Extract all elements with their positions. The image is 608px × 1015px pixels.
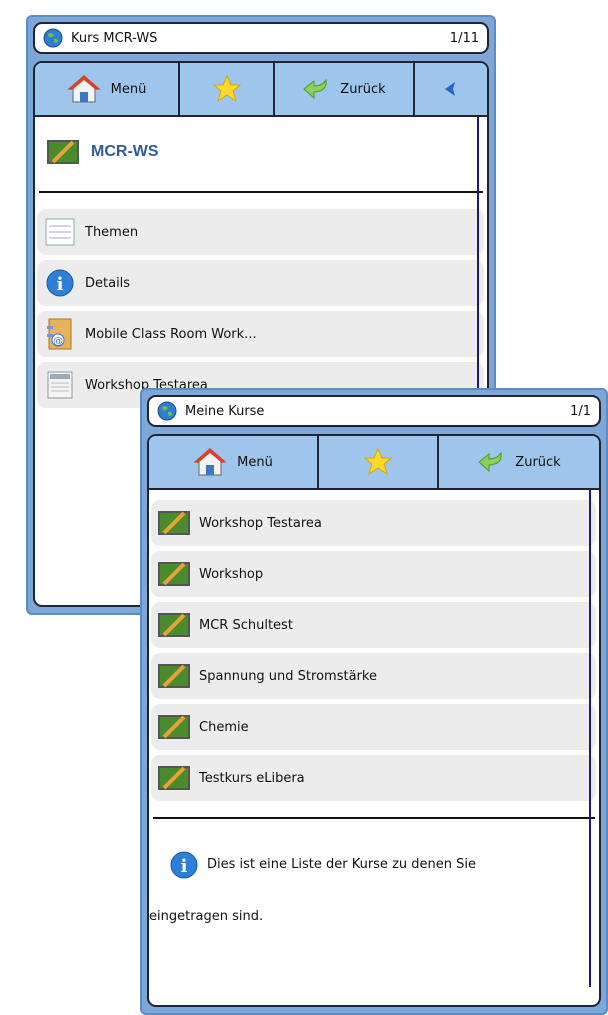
- item-label: Mobile Class Room Work...: [85, 326, 257, 342]
- star-icon: [363, 447, 393, 476]
- course-title: MCR-WS: [91, 143, 159, 160]
- page-counter: 1/1: [570, 403, 591, 419]
- screen: Menü Zurück Workshop Testarea Workshop M…: [147, 434, 601, 1007]
- svg-text:i: i: [57, 274, 64, 295]
- divider: [39, 191, 483, 193]
- menu-button[interactable]: Menü: [149, 436, 319, 488]
- course-item[interactable]: Workshop: [151, 551, 596, 597]
- chalkboard-icon: [157, 557, 191, 591]
- back-button[interactable]: Zurück: [275, 63, 415, 115]
- list-item-themen[interactable]: Themen: [37, 209, 484, 255]
- tab-bar: Menü Zurück: [35, 63, 487, 117]
- item-label: Details: [85, 275, 131, 291]
- course-label: Workshop Testarea: [199, 515, 322, 531]
- chalkboard-icon: [157, 608, 191, 642]
- tab-bar: Menü Zurück: [149, 436, 599, 490]
- favorites-button[interactable]: [319, 436, 439, 488]
- info-icon: i: [43, 266, 77, 300]
- globe-icon: [157, 401, 177, 421]
- course-label: Spannung und Stromstärke: [199, 668, 377, 684]
- favorites-button[interactable]: [180, 63, 275, 115]
- title-bar: Kurs MCR-WS 1/11: [33, 22, 489, 54]
- my-courses-window: Meine Kurse 1/1 Menü Zurück Workshop Tes…: [140, 388, 608, 1015]
- chalkboard-icon: [157, 506, 191, 540]
- back-arrow-icon: [303, 78, 328, 100]
- svg-text:@: @: [53, 336, 63, 347]
- info-line-1: Dies ist eine Liste der Kurse zu denen S…: [207, 857, 476, 872]
- back-button[interactable]: Zurück: [439, 436, 599, 488]
- course-label: Workshop: [199, 566, 264, 582]
- course-list: Workshop Testarea Workshop MCR Schultest…: [149, 490, 599, 801]
- title-bar: Meine Kurse 1/1: [147, 395, 601, 427]
- info-text: i Dies ist eine Liste der Kurse zu denen…: [149, 819, 599, 943]
- course-label: MCR Schultest: [199, 617, 293, 633]
- document-icon: [43, 368, 77, 402]
- item-label: Themen: [85, 224, 139, 240]
- collapse-button[interactable]: [415, 63, 487, 115]
- course-header: MCR-WS: [35, 117, 487, 173]
- scrollbar[interactable]: [589, 490, 591, 987]
- menu-label: Menü: [110, 81, 147, 97]
- back-label: Zurück: [515, 454, 561, 470]
- chalkboard-icon: [157, 659, 191, 693]
- course-item[interactable]: MCR Schultest: [151, 602, 596, 648]
- course-item[interactable]: Chemie: [151, 704, 596, 750]
- info-line-2: eingetragen sind.: [149, 909, 264, 924]
- info-icon: i: [170, 851, 198, 879]
- home-icon: [193, 448, 227, 476]
- list-icon: [43, 215, 77, 249]
- window-title: Kurs MCR-WS: [71, 30, 158, 46]
- back-label: Zurück: [340, 81, 386, 97]
- course-item[interactable]: Workshop Testarea: [151, 500, 596, 546]
- star-icon: [212, 74, 241, 103]
- list-item-mobile-class-room[interactable]: @ Mobile Class Room Work...: [37, 311, 484, 357]
- course-label: Testkurs eLibera: [199, 770, 305, 786]
- contact-book-icon: @: [43, 317, 77, 351]
- course-menu-list: Themen i Details @ Mobile Class Room Wor…: [35, 209, 487, 408]
- back-arrow-icon: [478, 451, 503, 473]
- chalkboard-icon: [157, 761, 191, 795]
- chalkboard-icon: [157, 710, 191, 744]
- home-icon: [67, 75, 100, 103]
- course-label: Chemie: [199, 719, 249, 735]
- course-item[interactable]: Spannung und Stromstärke: [151, 653, 596, 699]
- menu-label: Menü: [237, 454, 273, 470]
- svg-text:i: i: [181, 856, 188, 877]
- menu-button[interactable]: Menü: [35, 63, 180, 115]
- window-title: Meine Kurse: [185, 403, 265, 419]
- page-counter: 1/11: [449, 30, 479, 46]
- list-item-details[interactable]: i Details: [37, 260, 484, 306]
- chalkboard-icon: [47, 140, 79, 164]
- globe-icon: [43, 28, 63, 48]
- course-item[interactable]: Testkurs eLibera: [151, 755, 596, 801]
- chevron-left-icon: [445, 82, 455, 96]
